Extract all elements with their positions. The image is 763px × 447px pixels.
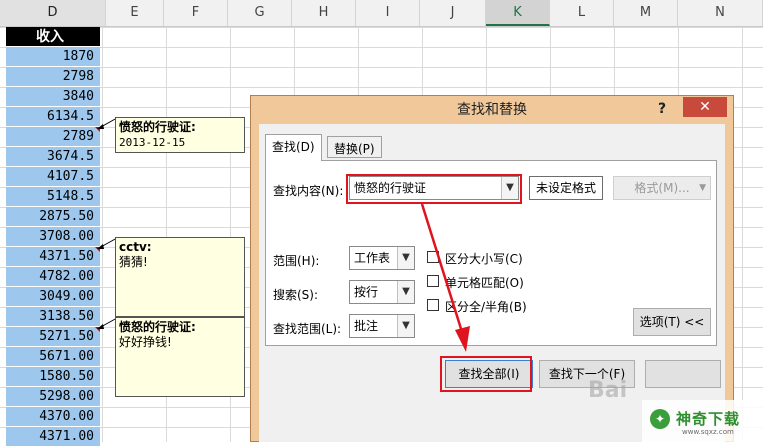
column-header-m[interactable]: M [614,0,678,26]
watermark-logo-text: 神奇下载 [676,410,741,428]
table-cell[interactable]: 2789 [6,127,100,147]
table-cell[interactable]: 5148.5 [6,187,100,207]
look-in-select[interactable]: 批注 ▼ [349,314,415,338]
look-in-value: 批注 [354,319,379,333]
table-cell[interactable]: 5671.00 [6,347,100,367]
table-cell[interactable]: 2875.50 [6,207,100,227]
table-cell[interactable]: 4782.00 [6,267,100,287]
table-cell[interactable]: 4370.00 [6,407,100,427]
table-cell[interactable]: 4107.5 [6,167,100,187]
red-arrow-icon [420,203,470,352]
column-header-bar: D E F G H I J K L M N [0,0,763,27]
comment-box[interactable]: 愤怒的行驶证: 2013-12-15 [115,117,245,153]
column-header-j[interactable]: J [420,0,486,26]
table-cell[interactable]: 3049.00 [6,287,100,307]
table-cell[interactable]: 1870 [6,47,100,67]
column-header-h[interactable]: H [292,0,356,26]
comment-box[interactable]: 愤怒的行驶证: 好好挣钱! [115,317,245,397]
column-header-k[interactable]: K [486,0,550,26]
site-watermark: ✦ 神奇下载 www.sqxz.com [642,400,763,442]
table-cell[interactable]: 5298.00 [6,387,100,407]
table-cell[interactable]: 4371.00 [6,427,100,447]
search-label: 搜索(S): [273,288,319,302]
table-cell[interactable]: 6134.5 [6,107,100,127]
column-header-d[interactable]: D [0,0,106,26]
income-column: 收入 1870 2798 3840 6134.5 2789 3674.5 410… [6,27,100,447]
column-header-g[interactable]: G [228,0,292,26]
comment-text: 2013-12-15 [119,136,186,149]
table-cell[interactable]: 3674.5 [6,147,100,167]
help-button[interactable]: ? [651,96,673,122]
find-all-highlight [440,356,532,392]
search-order-value: 按行 [354,285,379,299]
table-cell[interactable]: 5271.50 [6,327,100,347]
look-in-label: 查找范围(L): [273,322,342,336]
close-button[interactable]: ✕ [683,97,727,117]
watermark-site-text: www.sqxz.com [682,428,734,436]
comment-text: 好好挣钱! [119,335,172,349]
table-cell[interactable]: 2798 [6,67,100,87]
find-what-label: 查找内容(N): [273,184,344,198]
format-status-label: 未设定格式 [529,176,603,200]
column-header-n[interactable]: N [678,0,763,26]
column-header-f[interactable]: F [164,0,228,26]
column-header-e[interactable]: E [106,0,164,26]
format-button-label: 格式(M)... [634,181,690,195]
column-header-i[interactable]: I [356,0,420,26]
scope-label: 范围(H): [273,254,320,268]
scope-value: 工作表 [354,251,391,265]
scope-select[interactable]: 工作表 ▼ [349,246,415,270]
search-order-select[interactable]: 按行 ▼ [349,280,415,304]
comment-text: 猜猜! [119,255,148,269]
chevron-down-icon: ▼ [699,183,706,193]
income-header-cell[interactable]: 收入 [6,27,100,47]
format-button[interactable]: 格式(M)... ▼ [613,176,711,200]
comment-box[interactable]: cctv: 猜猜! [115,237,245,317]
comment-author: 愤怒的行驶证: [119,320,196,334]
options-button[interactable]: 选项(T) << [633,308,711,336]
table-cell[interactable]: 3840 [6,87,100,107]
tab-find[interactable]: 查找(D) [265,134,322,161]
tab-replace[interactable]: 替换(P) [327,136,382,158]
baidu-watermark: Bai [588,378,628,403]
table-cell[interactable]: 3708.00 [6,227,100,247]
table-cell[interactable]: 3138.50 [6,307,100,327]
close-dialog-button[interactable] [645,360,721,388]
column-header-l[interactable]: L [550,0,614,26]
comment-author: 愤怒的行驶证: [119,120,196,134]
table-cell[interactable]: 1580.50 [6,367,100,387]
leaf-icon: ✦ [650,409,670,429]
table-cell[interactable]: 4371.50 [6,247,100,267]
dialog-body: 查找(D) 替换(P) 查找内容(N): 愤怒的行驶证 ▼ 未设定格式 格式(M… [259,124,725,442]
comment-author: cctv: [119,240,152,254]
